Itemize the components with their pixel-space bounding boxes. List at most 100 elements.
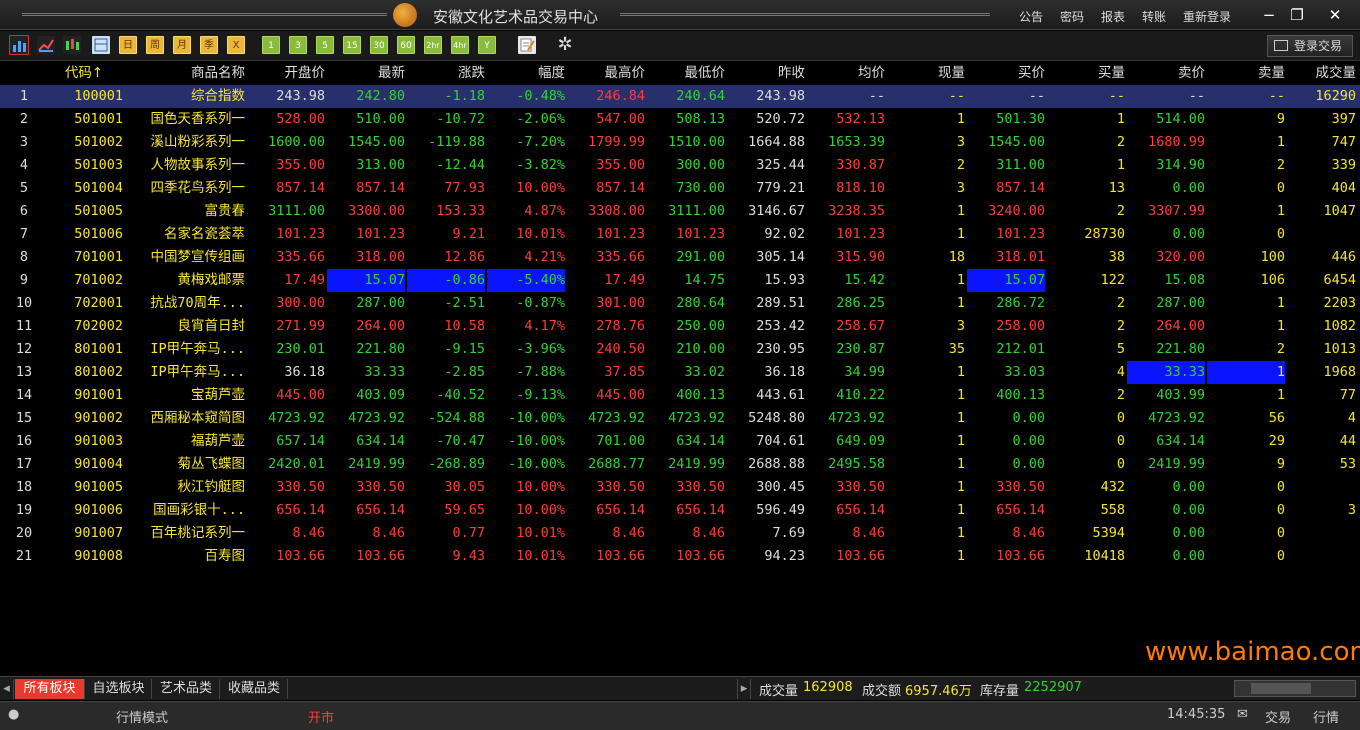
period-x-button[interactable]: Ⅹ [227, 36, 245, 54]
notes-icon[interactable] [518, 36, 536, 54]
table-row[interactable]: 14 901001 宝葫芦壶 445.00 403.09 -40.52 -9.13% 445.… [0, 384, 1360, 407]
table-row[interactable]: 9 701002 黄梅戏邮票 17.49 15.07 -0.86 -5.40% 17.49 14… [0, 269, 1360, 292]
cell-askvol: 9 [1276, 456, 1285, 472]
table-row[interactable]: 10 702001 抗战70周年... 300.00 287.00 -2.51 -0.87%… [0, 292, 1360, 315]
period-1-button[interactable]: 1 [262, 36, 280, 54]
header-askvol[interactable]: 卖量 [1207, 62, 1285, 85]
table-row[interactable]: 4 501003 人物故事系列一 355.00 313.00 -12.44 -3.82% 35… [0, 154, 1360, 177]
header-low[interactable]: 最低价 [647, 62, 726, 85]
cell-last: 287.00 [356, 295, 405, 311]
header-name[interactable]: 商品名称 [125, 62, 245, 85]
period-4hr-button[interactable]: 4hr [451, 36, 469, 54]
cell-askvol: 1 [1276, 318, 1285, 334]
table-row[interactable]: 12 801001 IP甲午奔马... 230.01 221.80 -9.15 -3.96%… [0, 338, 1360, 361]
table-row[interactable]: 7 501006 名家名瓷荟萃 101.23 101.23 9.21 10.01% 101.2… [0, 223, 1360, 246]
table-row[interactable]: 15 901002 西厢秘本窥简图 4723.92 4723.92 -524.88 -10.… [0, 407, 1360, 430]
cell-high: 445.00 [596, 387, 645, 403]
table-row[interactable]: 21 901008 百寿图 103.66 103.66 9.43 10.01% 103.66 1… [0, 545, 1360, 568]
header-curvol[interactable]: 现量 [887, 62, 965, 85]
candlestick-icon[interactable] [63, 36, 81, 54]
table-row[interactable]: 17 901004 菊丛飞蝶图 2420.01 2419.99 -268.89 -10.00… [0, 453, 1360, 476]
cell-code: 801002 [74, 364, 123, 380]
period-year-button[interactable]: Y [478, 36, 496, 54]
table-view-icon[interactable] [92, 36, 110, 54]
header-ask[interactable]: 卖价 [1127, 62, 1205, 85]
period-day-button[interactable]: 日 [119, 36, 137, 54]
header-volume[interactable]: 成交量 [1286, 62, 1357, 85]
quote-status[interactable]: 行情 [1313, 707, 1339, 726]
cell-index: 12 [15, 341, 33, 357]
header-pct[interactable]: 幅度 [487, 62, 565, 85]
header-bidvol[interactable]: 买量 [1047, 62, 1125, 85]
period-5-button[interactable]: 5 [316, 36, 334, 54]
table-row[interactable]: 8 701001 中国梦宣传组画 335.66 318.00 12.86 4.21% 335.… [0, 246, 1360, 269]
mail-icon[interactable]: ✉ [1237, 707, 1248, 722]
menu-announcement[interactable]: 公告 [1019, 8, 1043, 25]
cell-change: -40.52 [436, 387, 485, 403]
period-30-button[interactable]: 30 [370, 36, 388, 54]
period-quarter-button[interactable]: 季 [200, 36, 218, 54]
table-row[interactable]: 19 901006 国画彩银十... 656.14 656.14 59.65 10.00% 6… [0, 499, 1360, 522]
scroll-right-icon[interactable]: ▸ [737, 679, 751, 699]
scroll-left-icon[interactable]: ◂ [0, 679, 14, 699]
header-bid[interactable]: 买价 [967, 62, 1045, 85]
period-month-button[interactable]: 月 [173, 36, 191, 54]
table-row[interactable]: 6 501005 富贵春 3111.00 3300.00 153.33 4.87% 3308.… [0, 200, 1360, 223]
header-high[interactable]: 最高价 [567, 62, 646, 85]
restore-icon[interactable]: ❐ [1286, 5, 1308, 25]
period-week-button[interactable]: 周 [146, 36, 164, 54]
cell-code: 501002 [74, 134, 123, 150]
cell-open: 103.66 [276, 548, 325, 564]
minimize-icon[interactable]: − [1258, 5, 1280, 25]
close-icon[interactable]: ✕ [1324, 5, 1346, 25]
header-avg[interactable]: 均价 [807, 62, 885, 85]
period-2hr-button[interactable]: 2hr [424, 36, 442, 54]
bar-chart-icon[interactable] [9, 35, 29, 55]
table-row[interactable]: 11 702002 良宵首日封 271.99 264.00 10.58 4.17% 278.7… [0, 315, 1360, 338]
table-row[interactable]: 3 501002 溪山粉彩系列一 1600.00 1545.00 -119.88 -7.20… [0, 131, 1360, 154]
table-row[interactable]: 13 801002 IP甲午奔马... 36.18 33.33 -2.85 -7.88% 37… [0, 361, 1360, 384]
period-3-button[interactable]: 3 [289, 36, 307, 54]
table-row[interactable]: 5 501004 四季花鸟系列一 857.14 857.14 77.93 10.00% 857… [0, 177, 1360, 200]
table-row[interactable]: 16 901003 福葫芦壶 657.14 634.14 -70.47 -10.00% 701… [0, 430, 1360, 453]
scrollbar-thumb[interactable] [1251, 683, 1311, 694]
table-row[interactable]: 1 100001 综合指数 243.98 242.80 -1.18 -0.48% 246.84… [0, 85, 1360, 108]
trend-chart-icon[interactable] [37, 36, 55, 54]
cell-volume: 1013 [1323, 341, 1356, 357]
period-15-button[interactable]: 15 [343, 36, 361, 54]
cell-change: -9.15 [444, 341, 485, 357]
table-row[interactable]: 2 501001 国色天香系列一 528.00 510.00 -10.72 -2.06% 54… [0, 108, 1360, 131]
header-code[interactable]: 代码↑ [45, 62, 123, 85]
period-60-button[interactable]: 60 [397, 36, 415, 54]
tab-all-sectors[interactable]: 所有板块 [15, 679, 85, 699]
menu-transfer[interactable]: 转账 [1142, 8, 1166, 25]
horizontal-scrollbar[interactable] [1234, 680, 1356, 697]
header-last[interactable]: 最新 [327, 62, 405, 85]
cell-prevclose: 230.95 [756, 341, 805, 357]
header-change[interactable]: 涨跌 [407, 62, 485, 85]
cell-curvol: 1 [956, 295, 965, 311]
menu-password[interactable]: 密码 [1060, 8, 1084, 25]
cell-high: 4723.92 [588, 410, 645, 426]
cell-pct: 10.00% [516, 479, 565, 495]
settings-gear-icon[interactable]: ✲ [556, 36, 574, 54]
cell-avg: 315.90 [836, 249, 885, 265]
clock: 14:45:35 [1167, 707, 1226, 722]
cell-open: 8.46 [292, 525, 325, 541]
header-prevclose[interactable]: 昨收 [727, 62, 805, 85]
table-row[interactable]: 20 901007 百年桃记系列一 8.46 8.46 0.77 10.01% 8.46 8.4… [0, 522, 1360, 545]
cell-last: 656.14 [356, 502, 405, 518]
cell-bidvol: 1 [1116, 111, 1125, 127]
tab-watchlist[interactable]: 自选板块 [86, 679, 152, 699]
cell-high: 857.14 [596, 180, 645, 196]
menu-relogin[interactable]: 重新登录 [1183, 8, 1231, 25]
menu-report[interactable]: 报表 [1101, 8, 1125, 25]
login-trade-button[interactable]: 登录交易 [1267, 35, 1353, 57]
cell-open: 3111.00 [268, 203, 325, 219]
tab-art[interactable]: 艺术品类 [153, 679, 220, 699]
trade-status[interactable]: 交易 [1265, 707, 1291, 726]
cell-last: 15.07 [327, 269, 405, 292]
tab-collectibles[interactable]: 收藏品类 [221, 679, 288, 699]
header-open[interactable]: 开盘价 [247, 62, 326, 85]
table-row[interactable]: 18 901005 秋江钓艇图 330.50 330.50 30.05 10.00% 330.… [0, 476, 1360, 499]
